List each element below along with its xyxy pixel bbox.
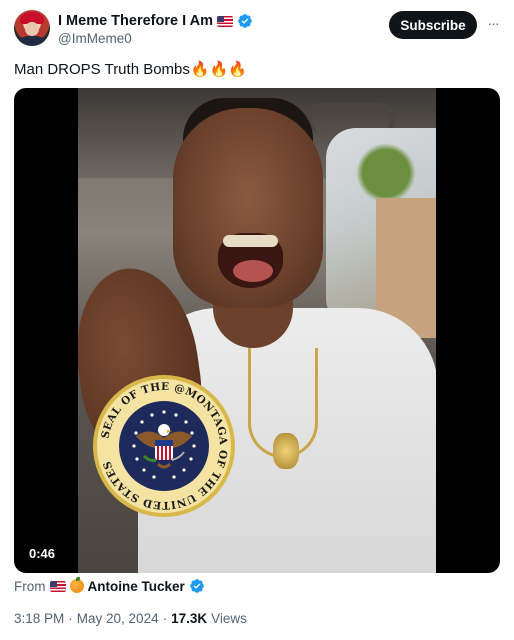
separator: · <box>162 610 168 626</box>
avatar[interactable] <box>14 10 50 46</box>
source-attribution: From Antoine Tucker <box>14 577 205 595</box>
tweet-time[interactable]: 3:18 PM <box>14 611 64 626</box>
gold-pendant <box>273 433 299 469</box>
fire-emoji-icon: 🔥🔥🔥 <box>190 61 247 78</box>
video-duration-badge: 0:46 <box>23 542 62 564</box>
us-flag-icon <box>216 15 233 27</box>
display-name[interactable]: I Meme Therefore I Am <box>58 13 213 29</box>
video-player[interactable]: SEAL OF THE @MONTAGA OF THE UNITED STATE… <box>14 88 500 573</box>
source-account-name[interactable]: Antoine Tucker <box>88 579 185 594</box>
orange-emoji-icon <box>69 577 84 593</box>
avatar-face <box>25 22 39 36</box>
separator: · <box>68 610 73 626</box>
subscribe-button[interactable]: Subscribe <box>389 11 477 39</box>
avatar-suit <box>18 36 46 46</box>
verified-badge-icon <box>189 579 204 593</box>
name-row: I Meme Therefore I Am <box>58 12 253 30</box>
tweet-body: Man DROPS Truth Bombs <box>14 61 190 78</box>
us-flag-icon <box>49 580 66 592</box>
from-label: From <box>14 578 46 594</box>
presidential-seal-logo: SEAL OF THE @MONTAGA OF THE UNITED STATE… <box>93 375 235 517</box>
verified-badge-icon <box>238 14 252 28</box>
tree-shape <box>356 143 416 203</box>
teeth-shape <box>223 235 278 247</box>
tweet-text: Man DROPS Truth Bombs 🔥🔥🔥 <box>14 60 247 80</box>
more-dots-icon[interactable]: ··· <box>484 14 502 32</box>
tweet-date[interactable]: May 20, 2024 <box>77 611 159 626</box>
account-handle[interactable]: @ImMeme0 <box>58 31 132 46</box>
tweet-header: I Meme Therefore I Am @ImMeme0 Subscribe… <box>0 0 514 56</box>
tweet-metadata: 3:18 PM · May 20, 2024 · 17.3K Views <box>14 609 247 627</box>
tongue-shape <box>233 260 273 282</box>
views-count[interactable]: 17.3K <box>171 611 207 626</box>
views-label: Views <box>211 610 247 626</box>
